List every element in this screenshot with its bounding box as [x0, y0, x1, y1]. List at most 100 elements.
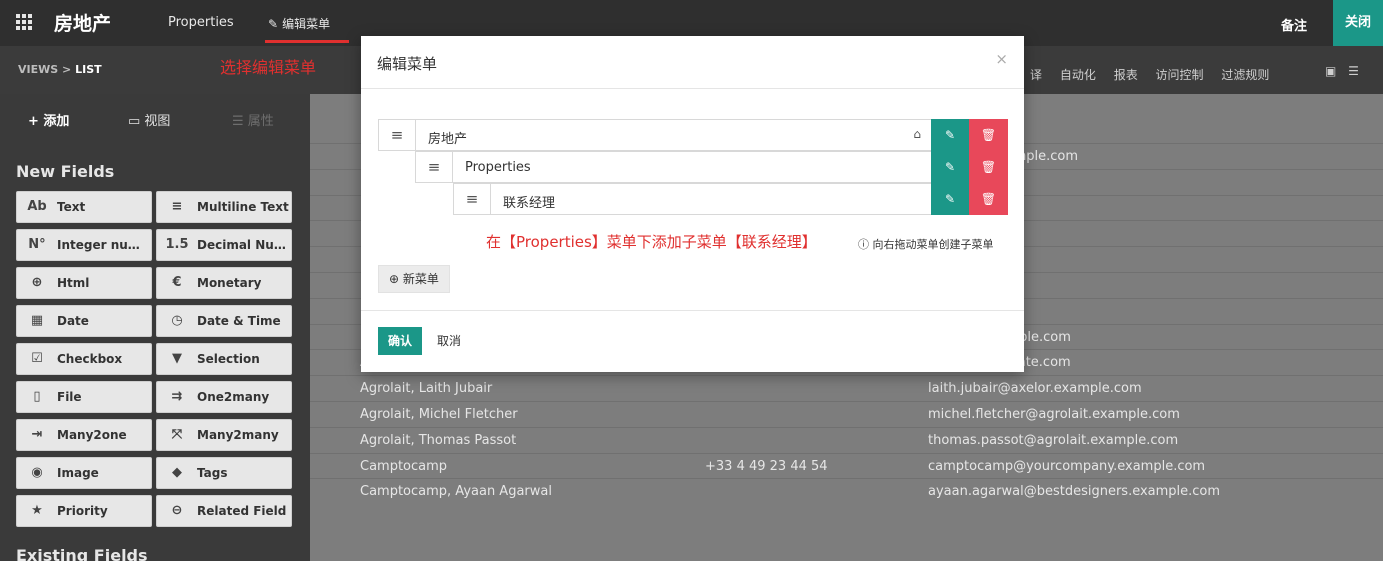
- table-cell-email: thomas.passot@agrolait.example.com: [928, 432, 1179, 448]
- field-button[interactable]: ⤧ Many2many: [156, 419, 292, 451]
- edit-menu-link[interactable]: ✎ 编辑菜单: [268, 15, 330, 32]
- field-type-icon: ▦: [30, 313, 44, 328]
- delete-menu-item-button[interactable]: 🗑: [969, 151, 1008, 183]
- tab-automation[interactable]: 自动化: [1060, 68, 1096, 82]
- info-icon: ⓘ: [858, 238, 873, 251]
- table-cell-email: ayaan.agarwal@bestdesigners.example.com: [928, 484, 1221, 500]
- tab-translate[interactable]: 译: [1030, 68, 1042, 82]
- studio-sidebar: + 添加 ▭ 视图 ☰ 属性 New Fields Ab Text ≡ Multili…: [0, 94, 310, 561]
- tab-add[interactable]: + 添加: [28, 110, 69, 129]
- menu-properties[interactable]: Properties: [168, 15, 234, 30]
- field-type-icon: €: [172, 275, 182, 290]
- field-button[interactable]: ≡ Multiline Text: [156, 191, 292, 223]
- drag-hint: ⓘ 向右拖动菜单创建子菜单: [858, 236, 994, 252]
- field-button-label: Integer number: [57, 238, 151, 252]
- table-cell-name: Camptocamp, Ayaan Agarwal: [360, 484, 552, 500]
- field-type-icon: ⇥: [31, 427, 43, 442]
- close-studio-button[interactable]: 关闭: [1333, 0, 1383, 46]
- menu-tree-row-contact-manager[interactable]: ≡ 联系经理 ✎ 🗑: [453, 183, 1008, 215]
- field-type-icon: ▯: [33, 389, 41, 404]
- confirm-button[interactable]: 确认: [378, 327, 422, 355]
- existing-fields-title: Existing Fields: [16, 546, 148, 561]
- field-type-icon: ◉: [31, 465, 43, 480]
- field-type-icon: ⊕: [31, 275, 43, 290]
- list-view-icon[interactable]: ☰: [1348, 64, 1359, 78]
- drag-handle-icon[interactable]: ≡: [416, 152, 453, 182]
- close-icon[interactable]: ×: [995, 50, 1008, 68]
- annotation-select-edit-menu: 选择编辑菜单: [220, 58, 317, 77]
- dialog-title: 编辑菜单: [377, 55, 438, 73]
- tab-reports[interactable]: 报表: [1114, 68, 1138, 82]
- view-switcher: ▣ ☰: [1325, 64, 1359, 78]
- annotation-add-submenu: 在【Properties】菜单下添加子菜单【联系经理】: [486, 233, 817, 251]
- table-row[interactable]: Agrolait, Thomas Passot thomas.passot@agr…: [310, 426, 1383, 452]
- field-button[interactable]: ⊖ Related Field: [156, 495, 292, 527]
- field-button[interactable]: ▦ Date: [16, 305, 152, 337]
- table-cell-phone: +33 4 49 23 44 54: [705, 458, 828, 474]
- table-row[interactable]: Camptocamp +33 4 49 23 44 54 camptocamp@yo…: [310, 452, 1383, 478]
- tab-properties-label: 属性: [247, 114, 274, 129]
- breadcrumb: VIEWS > LIST: [18, 63, 102, 76]
- menu-tree-row-root[interactable]: ≡ 房地产 ⌂ ✎ 🗑: [378, 119, 1008, 151]
- field-button-label: Many2one: [57, 428, 127, 442]
- tab-view[interactable]: ▭ 视图: [128, 110, 170, 129]
- field-button[interactable]: ★ Priority: [16, 495, 152, 527]
- field-button[interactable]: ▯ File: [16, 381, 152, 413]
- tab-filter-rules[interactable]: 过滤规则: [1221, 68, 1269, 82]
- home-icon: ⌂: [913, 127, 921, 141]
- table-row[interactable]: Agrolait, Michel Fletcher michel.fletcher…: [310, 401, 1383, 426]
- tab-access-control[interactable]: 访问控制: [1156, 68, 1204, 82]
- table-cell-name: Agrolait, Laith Jubair: [360, 381, 493, 397]
- field-button-label: Checkbox: [57, 352, 123, 366]
- menu-tree-label: Properties: [465, 160, 531, 175]
- field-type-icon: ≡: [171, 199, 183, 214]
- cancel-button[interactable]: 取消: [426, 327, 472, 355]
- edit-menu-label: 编辑菜单: [282, 17, 331, 31]
- field-button[interactable]: 1.5 Decimal Num...: [156, 229, 292, 261]
- edit-menu-item-button[interactable]: ✎: [931, 119, 969, 151]
- field-button[interactable]: ⇥ Many2one: [16, 419, 152, 451]
- field-button[interactable]: ⊕ Html: [16, 267, 152, 299]
- delete-menu-item-button[interactable]: 🗑: [969, 183, 1008, 215]
- table-row[interactable]: Camptocamp, Ayaan Agarwal ayaan.agarwal@b…: [310, 478, 1383, 503]
- field-button-label: Tags: [197, 466, 228, 480]
- field-button[interactable]: € Monetary: [156, 267, 292, 299]
- drag-handle-icon[interactable]: ≡: [379, 120, 416, 150]
- field-button-label: Related Field: [197, 504, 287, 518]
- field-button[interactable]: Ab Text: [16, 191, 152, 223]
- edit-menu-item-button[interactable]: ✎: [931, 151, 969, 183]
- field-button[interactable]: ▼ Selection: [156, 343, 292, 375]
- field-button[interactable]: N° Integer number: [16, 229, 152, 261]
- pencil-icon: ✎: [268, 17, 279, 31]
- menu-tree-label: 联系经理: [503, 196, 556, 211]
- breadcrumb-separator: >: [62, 63, 72, 76]
- field-button[interactable]: ☑ Checkbox: [16, 343, 152, 375]
- table-cell-name: Camptocamp: [360, 458, 448, 474]
- field-button[interactable]: ◆ Tags: [156, 457, 292, 489]
- dialog-header: 编辑菜单 ×: [361, 36, 1024, 89]
- edit-menu-highlight: [265, 40, 349, 43]
- table-row[interactable]: Agrolait, Laith Jubair laith.jubair@axelo…: [310, 375, 1383, 400]
- drag-hint-text: 向右拖动菜单创建子菜单: [872, 238, 994, 251]
- drag-handle-icon[interactable]: ≡: [454, 184, 491, 214]
- studio-tabs: 译 自动化 报表 访问控制 过滤规则: [1030, 66, 1283, 83]
- menu-tree-row-properties[interactable]: ≡ Properties ✎ 🗑: [415, 151, 1008, 183]
- field-type-icon: ⤧: [171, 427, 183, 442]
- delete-menu-item-button[interactable]: 🗑: [969, 119, 1008, 151]
- field-button[interactable]: ◉ Image: [16, 457, 152, 489]
- field-button-label: Multiline Text: [197, 200, 289, 214]
- app-brand[interactable]: 房地产: [54, 9, 111, 36]
- new-menu-button[interactable]: ⊕ 新菜单: [378, 265, 450, 293]
- kanban-view-icon[interactable]: ▣: [1325, 64, 1336, 78]
- note-button[interactable]: 备注: [1281, 15, 1307, 34]
- field-button-label: Many2many: [197, 428, 279, 442]
- field-button[interactable]: ⇉ One2many: [156, 381, 292, 413]
- field-type-icon: 1.5: [165, 237, 189, 252]
- breadcrumb-views[interactable]: VIEWS: [18, 63, 58, 76]
- field-button[interactable]: ◷ Date & Time: [156, 305, 292, 337]
- tab-properties[interactable]: ☰ 属性: [232, 110, 274, 129]
- field-button-label: File: [57, 390, 82, 404]
- field-button-label: One2many: [197, 390, 270, 404]
- edit-menu-item-button[interactable]: ✎: [931, 183, 969, 215]
- apps-grid-icon[interactable]: [16, 14, 32, 30]
